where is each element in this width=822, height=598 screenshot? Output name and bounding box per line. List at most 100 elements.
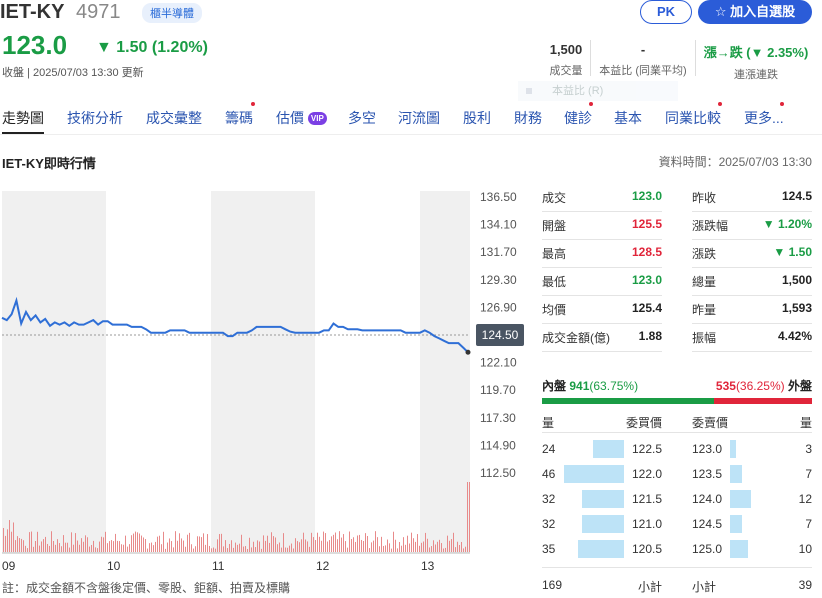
volume-bar (181, 538, 182, 552)
ask-depth-bar (730, 540, 748, 558)
volume-bar (93, 540, 94, 552)
volume-bar (177, 540, 178, 552)
volume-bar (321, 540, 322, 552)
volume-bar (333, 534, 334, 552)
tab-peers[interactable]: 同業比較 (665, 108, 721, 128)
volume-bar (213, 547, 214, 552)
volume-bar (393, 531, 394, 552)
volume-bar (113, 541, 114, 552)
row-divider (542, 267, 662, 268)
volume-bar (251, 547, 252, 552)
volume-bar (155, 541, 156, 552)
ask-qty: 12 (798, 492, 812, 506)
tab-health[interactable]: 健診 (564, 108, 592, 128)
y-tick-label: 119.70 (480, 383, 516, 397)
volume-bar (431, 546, 432, 552)
bid-price[interactable]: 121.0 (632, 517, 662, 531)
y-tick-label: 129.30 (480, 273, 517, 287)
add-watchlist-button[interactable]: ☆ 加入自選股 (698, 0, 812, 24)
volume-bar (163, 531, 164, 552)
volume-bar (415, 541, 416, 552)
volume-bar (55, 544, 56, 552)
volume-bar (387, 539, 388, 552)
ask-price[interactable]: 124.0 (692, 492, 722, 506)
volume-bar (243, 546, 244, 552)
volume-bar (175, 531, 176, 552)
volume-bar (17, 536, 18, 552)
bid-price[interactable]: 121.5 (632, 492, 662, 506)
tab-chips[interactable]: 籌碼 (225, 108, 253, 128)
tab-basic[interactable]: 基本 (614, 108, 642, 128)
orderbook-header: 委賣價 (692, 416, 729, 430)
notification-dot-icon (589, 102, 593, 106)
pk-button[interactable]: PK (640, 0, 692, 24)
volume-bar (435, 544, 436, 552)
volume-bar (205, 544, 206, 552)
volume-bar (385, 545, 386, 552)
volume-bar (409, 543, 410, 552)
volume-bar (61, 546, 62, 552)
volume-bar (281, 547, 282, 552)
out-value: 535 (715, 379, 736, 393)
industry-tag[interactable]: 櫃半導體 (142, 3, 202, 23)
current-price: 123.0 (2, 30, 68, 60)
volume-bar (49, 545, 50, 552)
tab-dividend[interactable]: 股利 (463, 108, 491, 128)
orderbook-header: 委買價 (625, 416, 662, 430)
tab-chart[interactable]: 走勢圖 (2, 108, 44, 134)
volume-bar (37, 531, 38, 552)
tab-bullbear[interactable]: 多空 (348, 108, 376, 128)
volume-bar (383, 545, 384, 552)
volume-bar (357, 535, 358, 552)
ask-price[interactable]: 123.0 (692, 442, 722, 456)
volume-bar (397, 548, 398, 552)
volume-bar (185, 546, 186, 552)
volume-bar (85, 535, 86, 552)
y-tick-label: 122.10 (480, 356, 517, 370)
volume-bar (117, 540, 118, 552)
x-tick-label: 09 (2, 559, 16, 573)
volume-bar (119, 541, 120, 552)
tab-technical[interactable]: 技術分析 (67, 108, 123, 128)
volume-bar (233, 547, 234, 552)
tab-valuation[interactable]: 估價 VIP (276, 108, 327, 128)
volume-bar (109, 541, 110, 552)
volume-bar (455, 547, 456, 552)
ask-price[interactable]: 125.0 (692, 542, 722, 556)
volume-bar (407, 535, 408, 552)
volume-bar (373, 540, 374, 552)
volume-bar (297, 541, 298, 552)
tab-river[interactable]: 河流圖 (398, 108, 440, 128)
volume-bar (179, 533, 180, 552)
row-divider (692, 295, 812, 296)
x-tick-label: 12 (316, 559, 330, 573)
volume-bar (5, 535, 6, 552)
inout-bar (542, 398, 812, 404)
volume-bar (329, 540, 330, 552)
volume-bar (343, 534, 344, 552)
intraday-chart[interactable]: 136.50 134.10 131.70 129.30 126.90 122.10 119.… (0, 185, 540, 575)
tab-financial[interactable]: 財務 (514, 108, 542, 128)
volume-bar (127, 546, 128, 552)
volume-bar (453, 532, 454, 552)
ask-price[interactable]: 124.5 (692, 517, 722, 531)
ask-price[interactable]: 123.5 (692, 467, 722, 481)
quote-value: ▼ 1.50 (773, 245, 812, 259)
volume-bar (467, 482, 468, 552)
tab-more[interactable]: 更多... (744, 108, 784, 128)
bid-price[interactable]: 122.5 (632, 442, 662, 456)
quote-value: 1.88 (638, 329, 662, 343)
y-tick-label: 126.90 (480, 300, 517, 314)
volume-bar (199, 536, 200, 552)
volume-bar (105, 531, 106, 552)
bid-price[interactable]: 120.5 (632, 542, 662, 556)
volume-bar (417, 534, 418, 552)
tab-trades[interactable]: 成交彙整 (146, 108, 202, 128)
notification-dot-icon (718, 102, 722, 106)
volume-bar (69, 547, 70, 552)
divider (695, 40, 696, 76)
volume-bar (445, 547, 446, 552)
volume-bar (103, 537, 104, 552)
volume-bar (365, 533, 366, 552)
bid-price[interactable]: 122.0 (632, 467, 662, 481)
